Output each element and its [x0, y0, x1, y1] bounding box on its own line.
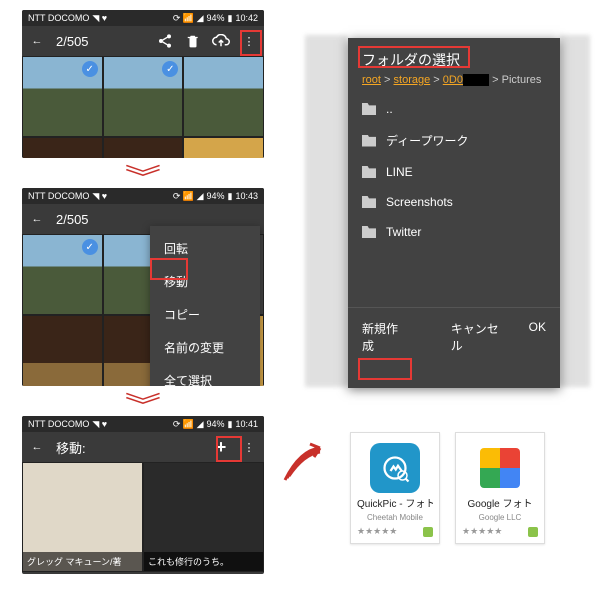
folder-icon: [362, 226, 376, 238]
clock: 10:43: [235, 191, 258, 201]
album-caption: これも修行のうち。: [144, 552, 263, 571]
thumbnail[interactable]: [183, 137, 264, 158]
move-title: 移動:: [56, 438, 86, 457]
ok-button[interactable]: OK: [529, 320, 546, 354]
status-bar: NTT DOCOMO◥ ♥ ⟳ 📶 ◢94%▮10:41: [22, 416, 264, 432]
thumbnail[interactable]: [183, 56, 264, 137]
carrier: NTT DOCOMO: [28, 13, 89, 23]
app-card-quickpic[interactable]: QuickPic - フォトギ Cheetah Mobile ★★★★★: [350, 432, 440, 544]
battery: 94%: [207, 419, 225, 429]
status-bar: NTT DOCOMO◥ ♥ ⟳ 📶 ◢94%▮10:42: [22, 10, 264, 26]
checkmark-icon: ✓: [82, 239, 98, 255]
thumbnail[interactable]: ✓: [22, 56, 103, 137]
thumbnail[interactable]: [103, 137, 184, 158]
menu-move[interactable]: 移動: [150, 265, 260, 298]
app-developer: Google LLC: [462, 513, 538, 522]
app-rating: ★★★★★: [462, 526, 538, 537]
photo-grid: ✓ ✓: [22, 56, 264, 158]
crumb-root[interactable]: root: [362, 74, 381, 86]
move-toolbar: ← 移動: + ⋮: [22, 432, 264, 462]
trash-icon[interactable]: [184, 32, 202, 50]
thumbnail[interactable]: [22, 137, 103, 158]
more-icon[interactable]: ⋮: [240, 32, 258, 50]
screenshot-2-menu: NTT DOCOMO◥ ♥ ⟳ 📶 ◢94%▮10:43 ← 2/505 ✓ 回…: [22, 188, 264, 386]
cancel-button[interactable]: キャンセル: [451, 320, 507, 354]
app-rating: ★★★★★: [357, 526, 433, 537]
selection-counter: 2/505: [56, 34, 89, 49]
checkmark-icon: ✓: [162, 61, 178, 77]
bg-blur-left: [305, 35, 347, 387]
app-name: Google フォト: [462, 499, 538, 511]
app-card-google-photos[interactable]: Google フォト Google LLC ★★★★★: [455, 432, 545, 544]
back-icon[interactable]: ←: [28, 438, 46, 456]
quickpic-icon: [370, 443, 420, 493]
carrier: NTT DOCOMO: [28, 191, 89, 201]
back-icon[interactable]: ←: [28, 32, 46, 50]
breadcrumb: root > storage > 0D0_ > Pictures: [348, 74, 560, 94]
share-icon[interactable]: [156, 32, 174, 50]
new-folder-button[interactable]: 新規作成: [362, 320, 407, 354]
screenshot-1-select: NTT DOCOMO◥ ♥ ⟳ 📶 ◢94%▮10:42 ← 2/505 ⋮ ✓…: [22, 10, 264, 158]
folder-icon: [362, 166, 376, 178]
add-icon[interactable]: +: [212, 438, 230, 456]
clock: 10:42: [235, 13, 258, 23]
overflow-menu: 回転 移動 コピー 名前の変更 全て選択: [150, 226, 260, 386]
crumb-id[interactable]: 0D0: [443, 74, 463, 86]
album[interactable]: これも修行のうち。: [143, 462, 264, 572]
back-icon[interactable]: ←: [28, 210, 46, 228]
crumb-storage[interactable]: storage: [394, 74, 431, 86]
cloud-upload-icon[interactable]: [212, 32, 230, 50]
selection-counter: 2/505: [56, 212, 89, 227]
album-grid: グレッグ マキューン/著 これも修行のうち。: [22, 462, 264, 572]
menu-rotate[interactable]: 回転: [150, 232, 260, 265]
album[interactable]: グレッグ マキューン/著: [22, 462, 143, 572]
checkmark-icon: ✓: [82, 61, 98, 77]
folder-icon: [362, 196, 376, 208]
folder-icon: [362, 103, 376, 115]
dialog-title: フォルダの選択: [348, 38, 560, 74]
thumbnail[interactable]: ✓: [103, 56, 184, 137]
thumbnail[interactable]: ✓: [22, 234, 103, 315]
status-bar: NTT DOCOMO◥ ♥ ⟳ 📶 ◢94%▮10:43: [22, 188, 264, 204]
screenshot-3-move: NTT DOCOMO◥ ♥ ⟳ 📶 ◢94%▮10:41 ← 移動: + ⋮ グ…: [22, 416, 264, 574]
folder-item[interactable]: Screenshots: [348, 187, 560, 217]
folder-up[interactable]: ..: [348, 94, 560, 124]
menu-copy[interactable]: コピー: [150, 298, 260, 331]
arrow-curve-icon: [280, 440, 330, 480]
clock: 10:41: [235, 419, 258, 429]
carrier: NTT DOCOMO: [28, 419, 89, 429]
folder-select-dialog: フォルダの選択 root > storage > 0D0_ > Pictures…: [348, 38, 560, 388]
folder-item[interactable]: ディープワーク: [348, 124, 560, 157]
thumbnail[interactable]: [22, 315, 103, 386]
bg-blur-right: [560, 35, 590, 387]
album-caption: グレッグ マキューン/著: [23, 552, 142, 571]
folder-item[interactable]: LINE: [348, 157, 560, 187]
app-developer: Cheetah Mobile: [357, 513, 433, 522]
battery: 94%: [207, 13, 225, 23]
battery: 94%: [207, 191, 225, 201]
selection-toolbar: ← 2/505 ⋮: [22, 26, 264, 56]
dialog-buttons: 新規作成 キャンセル OK: [348, 307, 560, 366]
menu-rename[interactable]: 名前の変更: [150, 331, 260, 364]
menu-select-all[interactable]: 全て選択: [150, 364, 260, 386]
google-photos-icon: [475, 443, 525, 493]
more-icon[interactable]: ⋮: [240, 438, 258, 456]
app-name: QuickPic - フォトギ: [357, 499, 433, 511]
folder-icon: [362, 135, 376, 147]
folder-item[interactable]: Twitter: [348, 217, 560, 247]
crumb-pictures: Pictures: [502, 74, 542, 86]
